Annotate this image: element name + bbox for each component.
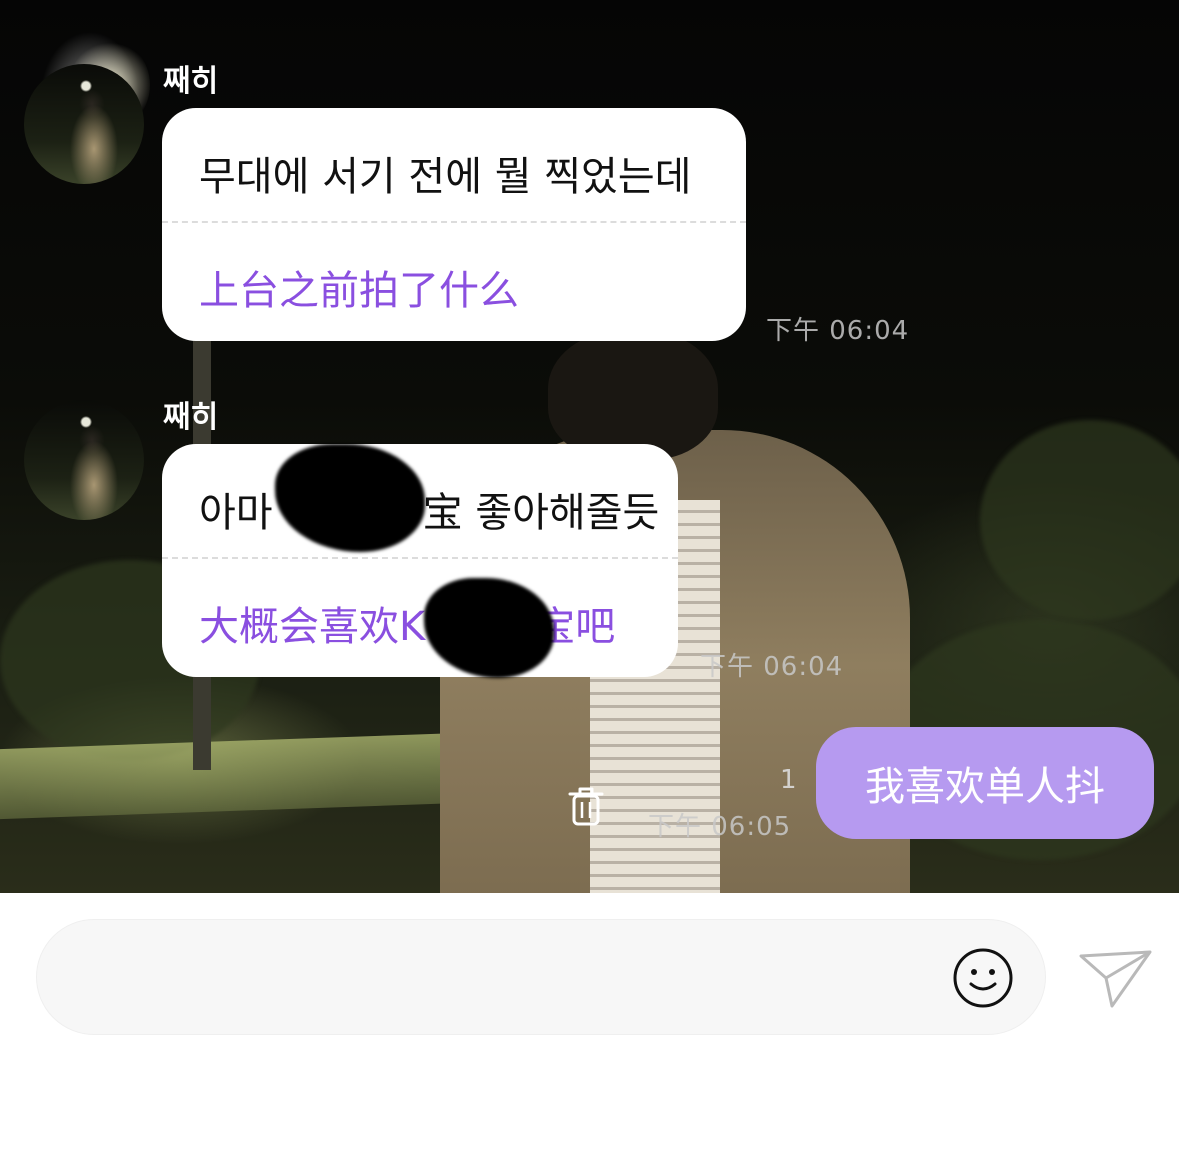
avatar[interactable] <box>24 400 144 520</box>
message-original-text: 무대에 서기 전에 뭘 찍었는데 <box>199 154 692 200</box>
trash-icon[interactable] <box>564 782 608 830</box>
message-bubble[interactable]: 아마 宝 좋아해줄듯 大概会喜欢K 宝吧 <box>162 444 678 677</box>
avatar[interactable] <box>24 64 144 184</box>
sender-name: 째히 <box>163 64 219 99</box>
message-input[interactable] <box>36 919 1046 1035</box>
message-translation-text: 上台之前拍了什么 <box>199 268 519 314</box>
chat-background-photo: 째히 무대에 서기 전에 뭘 찍었는데 上台之前拍了什么 下午 06:04 째히… <box>0 0 1179 893</box>
input-bar <box>0 893 1179 1164</box>
outgoing-message-bubble[interactable]: 我喜欢单人抖 <box>816 727 1154 839</box>
translation-text-start: 大概会喜欢K <box>199 604 426 650</box>
message-time: 下午 06:04 <box>766 316 910 346</box>
message-time: 下午 06:05 <box>648 812 792 842</box>
read-count: 1 <box>780 765 797 795</box>
smiley-icon[interactable] <box>952 947 1014 1009</box>
original-text-start: 아마 <box>199 490 273 536</box>
message-time: 下午 06:04 <box>700 652 844 682</box>
tree <box>980 420 1179 620</box>
message-bubble[interactable]: 무대에 서기 전에 뭘 찍었는데 上台之前拍了什么 <box>162 108 746 341</box>
original-text-end: 宝 좋아해줄듯 <box>422 490 660 536</box>
sender-name: 째히 <box>163 400 219 435</box>
paper-plane-icon[interactable] <box>1078 948 1154 1010</box>
message-original-text: 아마 宝 좋아해줄듯 <box>199 480 659 538</box>
person-head <box>548 330 718 460</box>
bubble-divider <box>162 557 678 559</box>
bubble-divider <box>162 221 746 223</box>
